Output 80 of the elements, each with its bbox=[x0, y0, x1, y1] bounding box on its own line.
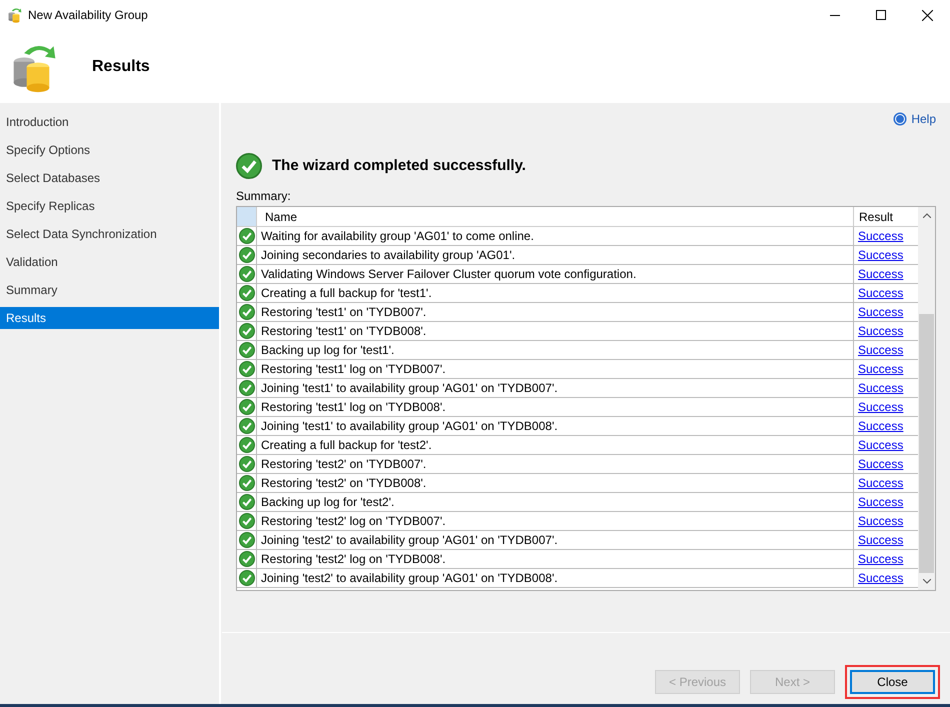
table-cell: Joining 'test1' to availability group 'AG01' on 'TYDB008'. bbox=[257, 417, 854, 435]
result-link[interactable]: Success bbox=[854, 512, 918, 530]
wizard-button[interactable]: Close bbox=[850, 670, 935, 694]
success-check-icon bbox=[238, 437, 254, 453]
table-cell: Waiting for availability group 'AG01' to come online. bbox=[257, 227, 854, 245]
result-link[interactable]: Success bbox=[854, 569, 918, 587]
scroll-down-icon[interactable] bbox=[922, 579, 930, 584]
sidebar-item[interactable]: Results bbox=[0, 307, 219, 329]
result-link[interactable]: Success bbox=[854, 417, 918, 435]
result-link[interactable]: Success bbox=[854, 341, 918, 359]
table-cell: Joining 'test2' to availability group 'AG01' on 'TYDB008'. bbox=[257, 569, 854, 587]
result-link[interactable]: Success bbox=[854, 322, 918, 340]
result-link[interactable]: Success bbox=[854, 531, 918, 549]
success-check-icon bbox=[238, 570, 254, 586]
result-link[interactable]: Success bbox=[854, 265, 918, 283]
success-check-icon bbox=[238, 304, 254, 320]
column-header: Result bbox=[858, 208, 894, 226]
table-cell: Restoring 'test1' log on 'TYDB007'. bbox=[257, 360, 854, 378]
result-link[interactable]: Success bbox=[854, 455, 918, 473]
table-cell: Joining 'test1' to availability group 'AG01' on 'TYDB007'. bbox=[257, 379, 854, 397]
success-check-icon bbox=[238, 228, 254, 244]
result-link[interactable]: Success bbox=[854, 360, 918, 378]
sidebar-item[interactable]: Validation bbox=[0, 251, 219, 273]
success-check-icon bbox=[238, 266, 254, 282]
success-check-icon bbox=[238, 532, 254, 548]
result-link[interactable]: Success bbox=[854, 398, 918, 416]
scrollbar[interactable] bbox=[918, 207, 935, 590]
success-check-icon bbox=[238, 342, 254, 358]
result-link[interactable]: Success bbox=[854, 436, 918, 454]
sidebar-item[interactable]: Select Databases bbox=[0, 167, 219, 189]
sidebar-item[interactable]: Specify Replicas bbox=[0, 195, 219, 217]
success-check-icon bbox=[238, 513, 254, 529]
table-cell: Joining secondaries to availability group 'AG01'. bbox=[257, 246, 854, 264]
help-icon bbox=[893, 112, 908, 126]
table-cell: Restoring 'test2' log on 'TYDB007'. bbox=[257, 512, 854, 530]
table-cell: Backing up log for 'test2'. bbox=[257, 493, 854, 511]
table-cell: Creating a full backup for 'test2'. bbox=[257, 436, 854, 454]
table-cell: Restoring 'test2' log on 'TYDB008'. bbox=[257, 550, 854, 568]
success-check-icon bbox=[238, 247, 254, 263]
table-cell: Restoring 'test2' on 'TYDB008'. bbox=[257, 474, 854, 492]
table-cell: Validating Windows Server Failover Cluster quorum vote configuration. bbox=[257, 265, 854, 283]
result-link[interactable]: Success bbox=[854, 246, 918, 264]
success-check-icon bbox=[238, 361, 254, 377]
table-cell: Restoring 'test1' on 'TYDB007'. bbox=[257, 303, 854, 321]
table-cell: Joining 'test2' to availability group 'AG01' on 'TYDB007'. bbox=[257, 531, 854, 549]
result-link[interactable]: Success bbox=[854, 303, 918, 321]
success-check-icon bbox=[238, 323, 254, 339]
table-cell: Restoring 'test2' on 'TYDB007'. bbox=[257, 455, 854, 473]
success-check-icon bbox=[236, 153, 262, 179]
success-check-icon bbox=[238, 475, 254, 491]
status-message: The wizard completed successfully. bbox=[272, 156, 526, 176]
table-cell: Restoring 'test1' log on 'TYDB008'. bbox=[257, 398, 854, 416]
success-check-icon bbox=[238, 494, 254, 510]
result-link[interactable]: Success bbox=[854, 379, 918, 397]
sidebar-item[interactable]: Select Data Synchronization bbox=[0, 223, 219, 245]
sidebar-item[interactable]: Specify Options bbox=[0, 139, 219, 161]
success-check-icon bbox=[238, 399, 254, 415]
result-link[interactable]: Success bbox=[854, 550, 918, 568]
column-header: Name bbox=[257, 207, 854, 226]
sidebar-item[interactable]: Introduction bbox=[0, 111, 219, 133]
result-link[interactable]: Success bbox=[854, 227, 918, 245]
table-cell: Creating a full backup for 'test1'. bbox=[257, 284, 854, 302]
result-link[interactable]: Success bbox=[854, 493, 918, 511]
success-check-icon bbox=[238, 456, 254, 472]
table-cell: Backing up log for 'test1'. bbox=[257, 341, 854, 359]
window-title: New Availability Group bbox=[28, 7, 148, 24]
scroll-thumb[interactable] bbox=[919, 314, 934, 573]
success-check-icon bbox=[238, 285, 254, 301]
success-check-icon bbox=[238, 418, 254, 434]
result-link[interactable]: Success bbox=[854, 474, 918, 492]
success-check-icon bbox=[238, 380, 254, 396]
page-heading: Results bbox=[92, 56, 150, 76]
database-sync-icon bbox=[8, 7, 24, 23]
sidebar-item[interactable]: Summary bbox=[0, 279, 219, 301]
table-cell: Restoring 'test1' on 'TYDB008'. bbox=[257, 322, 854, 340]
summary-label: Summary: bbox=[236, 188, 292, 205]
scroll-up-icon[interactable] bbox=[922, 213, 930, 218]
result-link[interactable]: Success bbox=[854, 284, 918, 302]
success-check-icon bbox=[238, 551, 254, 567]
help-link[interactable]: Help bbox=[893, 109, 936, 129]
